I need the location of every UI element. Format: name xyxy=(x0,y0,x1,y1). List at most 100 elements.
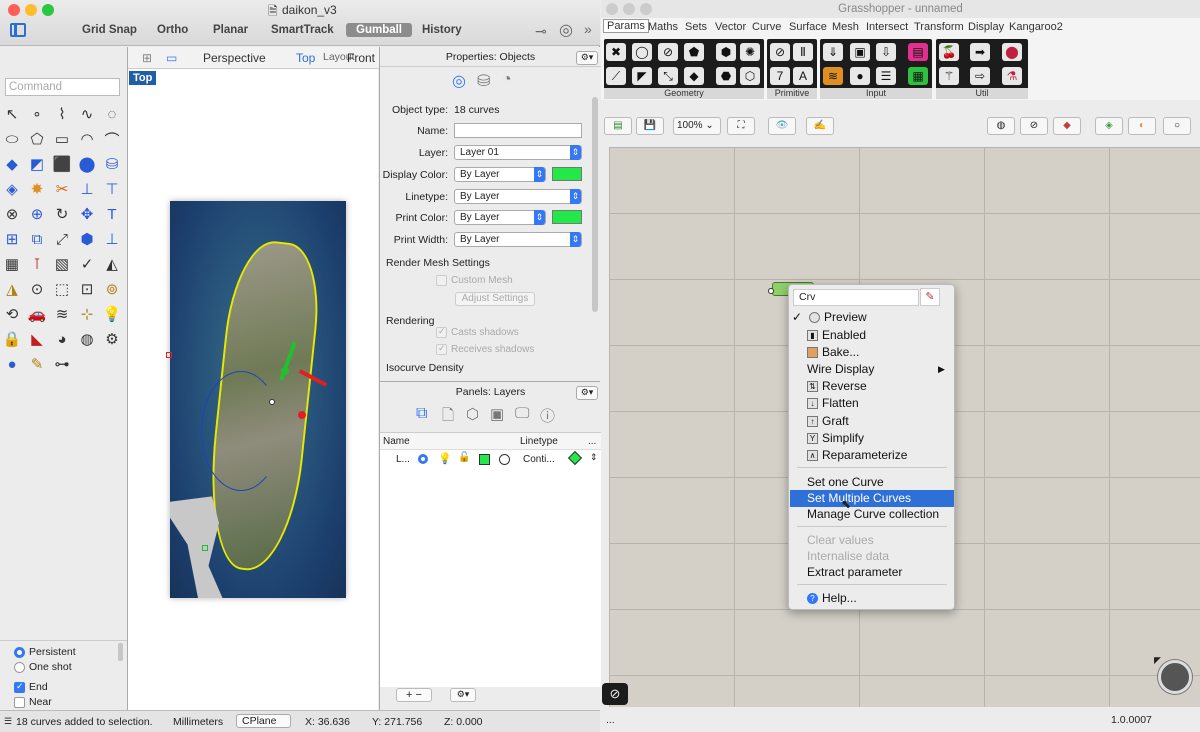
gumball-x-handle[interactable] xyxy=(298,411,306,419)
button-input-icon[interactable]: ● xyxy=(850,67,870,85)
record-icon[interactable]: ⊸ xyxy=(535,23,547,40)
tab-params[interactable]: Params xyxy=(603,19,649,33)
curve-icon[interactable]: ∿ xyxy=(77,104,97,124)
gh-zoom-button[interactable] xyxy=(640,3,652,15)
dimension-icon[interactable]: ⊥ xyxy=(102,229,122,249)
material-properties-icon[interactable]: ⛁ xyxy=(477,71,490,91)
unlock-icon[interactable]: 🔓 xyxy=(458,452,470,463)
toggle-input-icon[interactable]: ▣ xyxy=(850,43,870,61)
array-icon[interactable]: ⊞ xyxy=(2,229,22,249)
visible-bulb-icon[interactable]: 💡 xyxy=(438,452,452,465)
text-param-icon[interactable]: A xyxy=(793,67,813,85)
tab-front[interactable]: Front xyxy=(347,51,375,65)
ortho-toggle[interactable]: Ortho xyxy=(157,24,188,36)
zoom-selected-icon[interactable]: ⊚ xyxy=(102,279,122,299)
layer-linetype[interactable]: Conti... xyxy=(523,454,555,465)
one-shot-radio[interactable] xyxy=(14,661,25,673)
near-checkbox[interactable] xyxy=(14,696,25,708)
menu-reparameterize[interactable]: ∧ Reparameterize xyxy=(790,447,954,464)
zoom-icon[interactable]: ⊙ xyxy=(27,279,47,299)
menu-clear-values[interactable]: Clear values xyxy=(790,532,954,549)
circle-icon[interactable]: ◌ xyxy=(102,104,122,124)
extrude-icon[interactable]: ◩ xyxy=(27,154,47,174)
cplane-select[interactable]: CPlane xyxy=(236,714,292,728)
polygon-icon[interactable]: ⬠ xyxy=(27,129,47,149)
planar-toggle[interactable]: Planar xyxy=(213,24,248,36)
notes-tab-icon[interactable]: 🗋 xyxy=(442,405,454,430)
gh-curve-component-icon[interactable]: ⊘ xyxy=(602,683,628,705)
layer-row[interactable]: L... 💡 🔓 Conti... ⇕ xyxy=(380,450,601,468)
fillet-icon[interactable]: ⌒ xyxy=(102,129,122,149)
tab-maths[interactable]: Maths xyxy=(648,21,678,33)
adjust-settings-button[interactable]: Adjust Settings xyxy=(455,292,535,306)
util-label[interactable]: Util xyxy=(936,88,1028,99)
lock-icon[interactable]: 🔒 xyxy=(2,329,22,349)
curve-param-icon[interactable]: ⊘ xyxy=(658,43,678,61)
join-icon[interactable]: ⊤ xyxy=(102,179,122,199)
primitive-label[interactable]: Primitive xyxy=(767,88,817,99)
ellipse-icon[interactable]: ⬭ xyxy=(2,129,22,149)
preview-wire-icon[interactable]: ⊘ xyxy=(1020,117,1048,135)
matrix-input-icon[interactable]: ▦ xyxy=(908,67,928,85)
menu-set-one-curve[interactable]: Set one Curve xyxy=(790,474,954,491)
menu-manage-collection[interactable]: Manage Curve collection xyxy=(790,506,954,523)
custom-mesh-checkbox[interactable] xyxy=(436,275,447,286)
field-param-icon[interactable]: ✺ xyxy=(740,43,760,61)
tab-top[interactable]: Top xyxy=(296,51,315,65)
print-color-swatch[interactable] xyxy=(552,210,582,224)
surface-param-icon[interactable]: ◆ xyxy=(684,67,704,85)
gh-canvas[interactable]: ◤ Crv ✎ ✓ Preview ▮ Enabled Bake... Wire D… xyxy=(609,147,1200,707)
boolean-param-icon[interactable]: ⊘ xyxy=(770,43,790,61)
layer-options-gear-icon[interactable]: ⚙▾ xyxy=(450,688,476,702)
named-view-icon[interactable]: ▣ xyxy=(490,405,504,423)
history-toggle[interactable]: History xyxy=(422,24,462,36)
gumball-y-handle[interactable] xyxy=(281,367,289,375)
layers-tab-icon[interactable]: ⧉ xyxy=(416,405,427,423)
arc-icon[interactable]: ◠ xyxy=(77,129,97,149)
zoom-extents-gh-icon[interactable]: ⛶ xyxy=(727,117,755,135)
properties-gear-menu-icon[interactable]: ⚙▾ xyxy=(576,51,598,65)
grid-icon[interactable]: ▦ xyxy=(2,254,22,274)
check-icon[interactable]: ✓ xyxy=(77,254,97,274)
list-input-icon[interactable]: ☰ xyxy=(876,67,896,85)
object-properties-icon[interactable]: ◎ xyxy=(452,71,466,91)
stepper-icon[interactable]: ⇕ xyxy=(590,452,598,463)
mesh-icon[interactable]: ◈ xyxy=(2,179,22,199)
sketch-icon[interactable]: ✍ xyxy=(806,117,834,135)
sphere-icon[interactable]: ⬤ xyxy=(77,154,97,174)
environment-icon[interactable]: ◍ xyxy=(77,329,97,349)
panel-input-icon[interactable]: ⇓ xyxy=(823,43,843,61)
text-icon[interactable]: T xyxy=(102,204,122,224)
trim-icon[interactable]: ✂ xyxy=(52,179,72,199)
cherry-util-icon[interactable]: 🍒 xyxy=(939,43,959,61)
save-file-icon[interactable]: 💾 xyxy=(636,117,664,135)
menu-reverse[interactable]: ⇅ Reverse xyxy=(790,378,954,395)
rectangle-icon[interactable]: ▭ xyxy=(52,129,72,149)
menu-simplify[interactable]: Y Simplify xyxy=(790,430,954,447)
display-color-select[interactable]: By Layer xyxy=(454,167,546,182)
light-icon[interactable]: ⊹ xyxy=(77,304,97,324)
integer-param-icon[interactable]: Ⅱ xyxy=(793,43,813,61)
move-icon[interactable]: ✥ xyxy=(77,204,97,224)
polyline-icon[interactable]: ⌇ xyxy=(52,104,72,124)
plane-param-icon[interactable]: ◤ xyxy=(632,67,652,85)
bulb-icon[interactable]: 💡 xyxy=(102,304,122,324)
tab-mesh[interactable]: Mesh xyxy=(832,21,859,33)
zoom-window-icon[interactable]: ⬚ xyxy=(52,279,72,299)
geometry-param-icon[interactable]: ⬡ xyxy=(740,67,760,85)
tab-display[interactable]: Display xyxy=(968,21,1004,33)
color-wheel-icon[interactable]: ◕ xyxy=(52,329,72,349)
name-input[interactable] xyxy=(454,123,582,138)
zoom-extents-icon[interactable]: ⊡ xyxy=(77,279,97,299)
menu-help[interactable]: ? Help... xyxy=(790,590,954,607)
menu-enabled[interactable]: ▮ Enabled xyxy=(790,327,954,344)
solid-icon[interactable]: ⬢ xyxy=(77,229,97,249)
open-file-icon[interactable]: ▤ xyxy=(604,117,632,135)
select-arrow-icon[interactable]: ↖ xyxy=(2,104,22,124)
cylinder-icon[interactable]: ⛁ xyxy=(102,154,122,174)
explode-icon[interactable]: ✸ xyxy=(27,179,47,199)
properties-scrollbar[interactable] xyxy=(592,97,598,312)
slider-input-icon[interactable]: ⇩ xyxy=(876,43,896,61)
tab-perspective[interactable]: Perspective xyxy=(203,51,266,65)
galapagos-util-icon[interactable]: ⬤ xyxy=(1002,43,1022,61)
